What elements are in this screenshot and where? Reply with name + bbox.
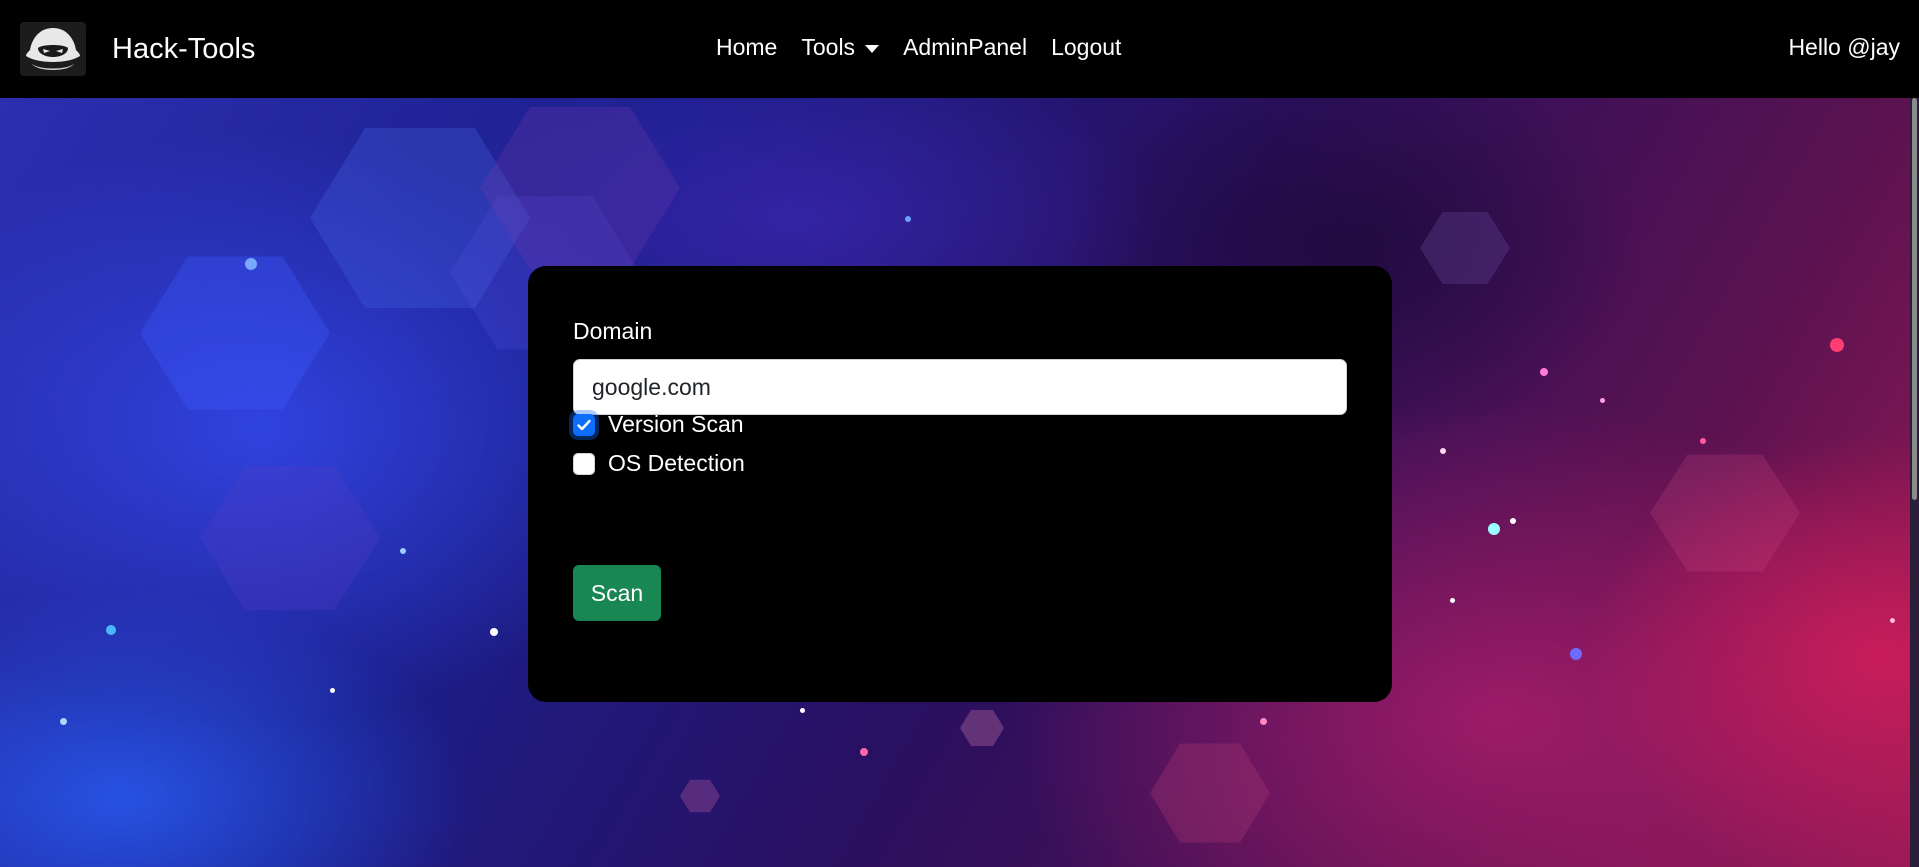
sparkle bbox=[245, 258, 257, 270]
sparkle bbox=[1700, 438, 1706, 444]
os-detection-label: OS Detection bbox=[608, 450, 745, 476]
sparkle bbox=[1570, 648, 1582, 660]
version-scan-checkbox[interactable] bbox=[573, 413, 595, 436]
sparkle bbox=[106, 625, 116, 635]
version-scan-option: Version Scan bbox=[573, 411, 744, 438]
version-scan-label: Version Scan bbox=[608, 411, 744, 437]
bokeh-hexagon bbox=[1420, 212, 1510, 284]
scan-button[interactable]: Scan bbox=[573, 565, 661, 621]
sparkle bbox=[1830, 338, 1844, 352]
bokeh-hexagon bbox=[1650, 454, 1800, 572]
sparkle bbox=[490, 628, 498, 636]
sparkle bbox=[1600, 398, 1605, 403]
sparkle bbox=[905, 216, 911, 222]
domain-input[interactable] bbox=[573, 359, 1347, 415]
brand[interactable]: Hack-Tools bbox=[20, 22, 255, 76]
user-greeting: Hello @jay bbox=[1788, 34, 1900, 60]
sparkle bbox=[1260, 718, 1267, 725]
nav-link-tools-dropdown[interactable]: Tools bbox=[801, 34, 880, 61]
sparkle bbox=[1450, 598, 1455, 603]
bokeh-hexagon bbox=[1150, 743, 1270, 843]
hacker-mask-icon bbox=[20, 22, 86, 76]
checkmark-icon bbox=[577, 419, 591, 430]
bokeh-hexagon bbox=[680, 779, 720, 813]
navbar: Hack-Tools Home Tools AdminPanel Logout … bbox=[0, 0, 1919, 98]
nav-link-adminpanel[interactable]: AdminPanel bbox=[903, 34, 1027, 61]
nav-links: Home Tools AdminPanel Logout bbox=[716, 34, 1145, 61]
bokeh-hexagon bbox=[200, 466, 380, 610]
nav-link-logout[interactable]: Logout bbox=[1051, 34, 1121, 61]
scrollbar-thumb[interactable] bbox=[1912, 98, 1917, 500]
bokeh-hexagon bbox=[140, 256, 330, 410]
sparkle bbox=[1488, 523, 1500, 535]
sparkle bbox=[1540, 368, 1548, 376]
caret-down-icon bbox=[865, 44, 880, 53]
page-scrollbar[interactable] bbox=[1910, 98, 1919, 867]
sparkle bbox=[330, 688, 335, 693]
sparkle bbox=[400, 548, 406, 554]
os-detection-option: OS Detection bbox=[573, 450, 745, 477]
sparkle bbox=[860, 748, 868, 756]
domain-label: Domain bbox=[573, 318, 653, 344]
brand-name: Hack-Tools bbox=[112, 32, 256, 65]
sparkle bbox=[1890, 618, 1895, 623]
sparkle bbox=[1510, 518, 1516, 524]
scan-form-card: Domain Version Scan OS Detection Scan bbox=[528, 266, 1392, 702]
nav-link-home[interactable]: Home bbox=[716, 34, 777, 61]
os-detection-checkbox[interactable] bbox=[573, 452, 595, 475]
bokeh-hexagon bbox=[960, 710, 1004, 746]
sparkle bbox=[60, 718, 67, 725]
sparkle bbox=[800, 708, 805, 713]
sparkle bbox=[1440, 448, 1446, 454]
nav-link-tools-label: Tools bbox=[801, 34, 856, 60]
